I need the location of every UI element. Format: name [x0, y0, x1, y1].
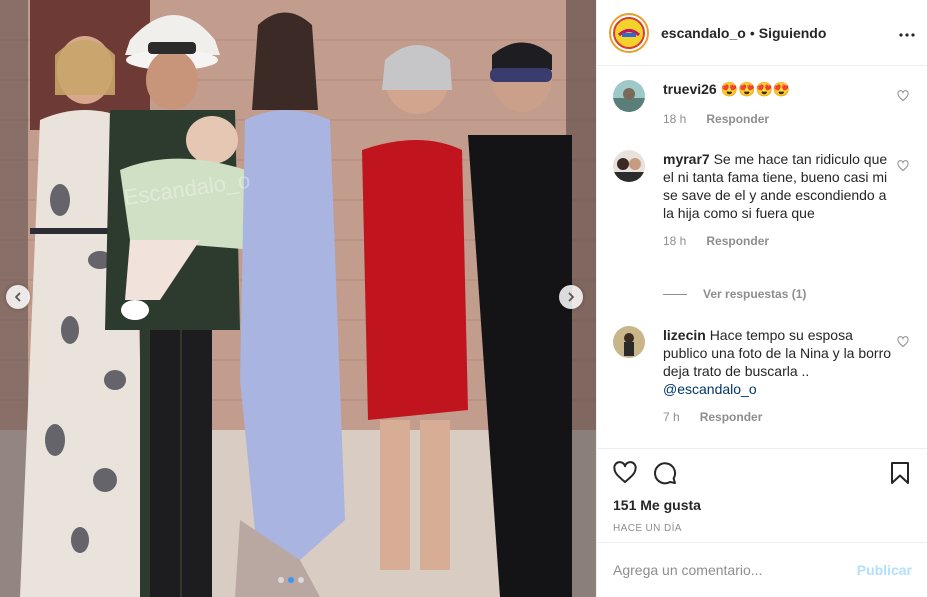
comment-icon[interactable]	[653, 461, 677, 485]
comment-input[interactable]	[613, 562, 857, 578]
carousel-dot-active	[288, 577, 294, 583]
carousel-next-button[interactable]	[559, 285, 583, 309]
author-avatar[interactable]	[609, 12, 649, 53]
comment-time[interactable]: 7 h	[663, 408, 680, 426]
follow-status-button[interactable]: Siguiendo	[759, 25, 827, 41]
bookmark-icon[interactable]	[888, 461, 912, 485]
reply-button[interactable]: Responder	[706, 232, 769, 250]
carousel-prev-button[interactable]	[6, 285, 30, 309]
author-username[interactable]: escandalo_o	[661, 25, 746, 41]
chevron-left-icon	[15, 292, 21, 302]
comment-username[interactable]: myrar7	[663, 151, 710, 167]
avatar-image	[613, 326, 645, 358]
comment-text: 😍😍😍😍	[720, 81, 791, 97]
like-comment-icon[interactable]	[897, 160, 909, 172]
comment-mention-link[interactable]: @escandalo_o	[663, 381, 757, 397]
like-comment-icon[interactable]	[897, 336, 909, 348]
comment-username[interactable]: lizecin	[663, 327, 706, 343]
comment-time[interactable]: 18 h	[663, 110, 686, 128]
commenter-avatar[interactable]	[613, 150, 645, 182]
header-separator: •	[749, 24, 755, 41]
chevron-right-icon	[568, 292, 574, 302]
comment-time[interactable]: 18 h	[663, 232, 686, 250]
comments-list: truevi26 😍😍😍😍 18 h Responder myrar7 Se m…	[597, 66, 927, 448]
view-replies-button[interactable]: Ver respuestas (1)	[663, 287, 806, 301]
post-media: Escandalo_o	[0, 0, 596, 597]
more-options-button[interactable]	[899, 24, 915, 42]
more-horizontal-icon	[899, 32, 915, 37]
replies-divider	[663, 293, 687, 295]
like-comment-icon[interactable]	[897, 90, 909, 102]
publish-button[interactable]: Publicar	[857, 562, 912, 578]
reply-button[interactable]: Responder	[700, 408, 763, 426]
logo-icon	[617, 20, 641, 45]
likes-count[interactable]: 151 Me gusta	[613, 497, 912, 513]
commenter-avatar[interactable]	[613, 326, 645, 358]
action-icons	[613, 449, 912, 497]
heart-icon[interactable]	[613, 461, 637, 485]
commenter-avatar[interactable]	[613, 80, 645, 112]
reply-button[interactable]: Responder	[706, 110, 769, 128]
post-header: escandalo_o • Siguiendo	[597, 0, 927, 66]
carousel-dot	[298, 577, 304, 583]
avatar-image	[613, 150, 645, 182]
author-avatar-logo	[613, 16, 645, 49]
post-photo: Escandalo_o	[0, 0, 596, 597]
comment-username[interactable]: truevi26	[663, 81, 717, 97]
view-replies-label: Ver respuestas (1)	[703, 287, 807, 301]
post-actions: 151 Me gusta HACE UN DÍA	[597, 448, 927, 542]
carousel-dot	[278, 577, 284, 583]
carousel-indicator	[278, 577, 304, 583]
instagram-post-view: Escandalo_o escandalo_o • Siguiendo true…	[0, 0, 927, 597]
post-sidebar: escandalo_o • Siguiendo truevi26 😍😍😍😍 18…	[596, 0, 927, 597]
comment-composer: Publicar	[597, 542, 927, 597]
post-timestamp[interactable]: HACE UN DÍA	[613, 523, 912, 534]
avatar-image	[613, 80, 645, 112]
